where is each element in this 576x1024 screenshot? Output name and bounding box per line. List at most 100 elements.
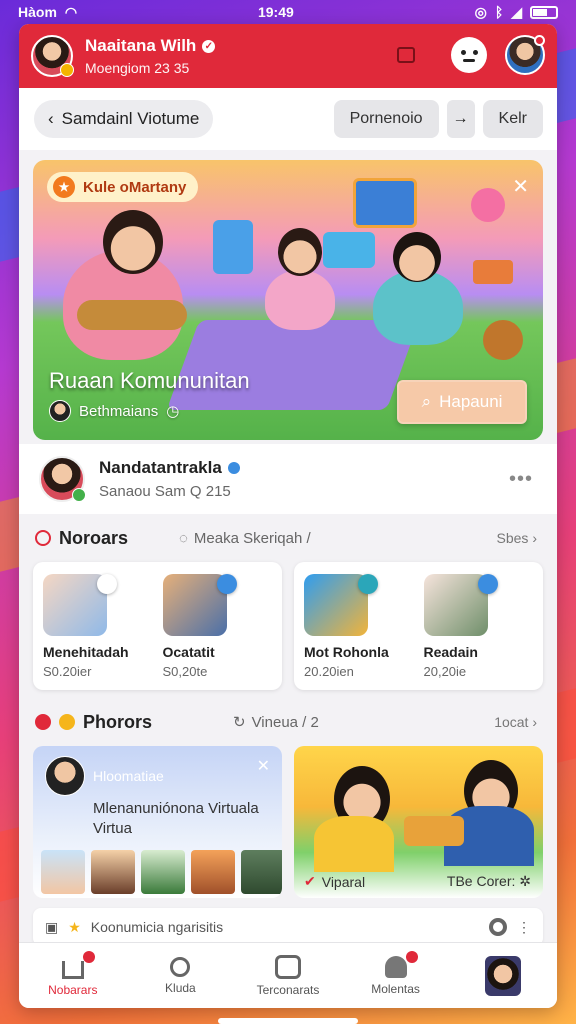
filter-label: Meaka Skeriqah / xyxy=(193,529,311,547)
emoji-face-icon[interactable] xyxy=(451,37,487,73)
verified-icon xyxy=(227,462,240,474)
filter-label: Vineua / 2 xyxy=(251,713,319,731)
hero-tag: ★ Kule oMartany xyxy=(47,172,199,202)
app-window: Naaitana Wilh ✓ Moengiom 23 35 ‹ Samdain… xyxy=(19,24,557,1008)
child-illustration xyxy=(314,816,394,872)
secondary-nav-button[interactable]: Kelr xyxy=(482,100,543,138)
hero-subtitle: Bethmaians xyxy=(79,402,159,420)
avatar xyxy=(91,850,135,894)
card-meta: 20.20ien xyxy=(304,664,354,679)
avatar xyxy=(49,400,71,422)
bag-icon[interactable] xyxy=(397,47,415,63)
edit-icon xyxy=(35,530,51,546)
community-bar[interactable]: ▣ ★ Koonumicia ngarisitis ⋮ xyxy=(33,908,543,946)
tab-moments[interactable]: Molentas xyxy=(342,943,450,1008)
section-filter[interactable]: ◌ Meaka Skeriqah / xyxy=(179,530,311,547)
record-icon[interactable] xyxy=(489,918,507,936)
tablet-illustration xyxy=(353,178,417,228)
guitar-illustration xyxy=(77,300,187,330)
status-badge xyxy=(477,574,498,594)
clock-icon: ◷ xyxy=(166,403,180,420)
card-row: Menehitadah S0.20ier Ocatatit S0,20te Mo… xyxy=(19,562,557,690)
card-title: Menehitadah xyxy=(43,644,129,660)
tab-messages[interactable]: Terconarats xyxy=(234,943,342,1008)
tab-label: Nobarars xyxy=(48,982,98,997)
room-card[interactable]: Hloomatiae ✕ Mlenanuniónona Virtuala Vir… xyxy=(33,746,282,898)
clock: 19:49 xyxy=(257,4,294,20)
room-chip-label: Hloomatiae xyxy=(93,768,164,784)
avatar[interactable] xyxy=(31,35,74,77)
see-all-link[interactable]: 1ocat › xyxy=(494,714,537,730)
child-illustration xyxy=(393,232,441,282)
arrow-right-button[interactable]: → xyxy=(446,100,475,138)
status-badge xyxy=(216,574,237,594)
location-icon: ◎ xyxy=(474,3,487,20)
hero-title: Ruaan Komununitan xyxy=(49,368,250,393)
app-header: Naaitana Wilh ✓ Moengiom 23 35 xyxy=(19,24,557,88)
thumbnail xyxy=(304,574,378,636)
child-illustration xyxy=(278,228,322,276)
settings-icon: ✲ xyxy=(519,873,531,889)
list-item[interactable]: Mot Rohonla 20.20ien xyxy=(304,574,414,679)
chat-icon xyxy=(274,954,301,979)
monkey-illustration xyxy=(483,320,523,360)
content-card[interactable]: Menehitadah S0.20ier Ocatatit S0,20te xyxy=(33,562,282,690)
card-title: Readain xyxy=(423,644,478,660)
search-icon xyxy=(170,956,191,977)
check-icon: ✔ xyxy=(304,873,316,889)
tab-search[interactable]: Kluda xyxy=(127,943,235,1008)
profile-name: Nandatantrakla xyxy=(99,458,222,477)
content-card[interactable]: Mot Rohonla 20.20ien Readain 20,20ie xyxy=(294,562,543,690)
search-icon: ⌕ xyxy=(421,392,432,411)
user-name: Naaitana Wilh xyxy=(85,36,197,55)
avatar[interactable] xyxy=(39,456,86,502)
profile-avatar-button[interactable] xyxy=(505,35,545,75)
card-meta: S0.20ier xyxy=(43,664,92,679)
back-button[interactable]: ‹ Samdainl Viotume xyxy=(34,100,214,138)
card-title: Mot Rohonla xyxy=(304,644,389,660)
list-item[interactable]: Menehitadah S0.20ier xyxy=(43,574,153,679)
hero-banner[interactable]: ★ Kule oMartany ✕ Ruaan Komununitan Beth… xyxy=(33,160,543,440)
close-icon[interactable]: ✕ xyxy=(257,756,270,776)
wifi-icon: ◠ xyxy=(64,3,78,20)
verified-icon: ✓ xyxy=(202,39,216,53)
avatar xyxy=(485,955,522,996)
tablet-illustration xyxy=(213,220,253,274)
child-illustration xyxy=(265,270,335,330)
avatar xyxy=(45,756,85,796)
tablet-illustration xyxy=(323,232,375,268)
notification-dot xyxy=(83,951,95,963)
hero-tag-label: Kule oMartany xyxy=(83,178,187,196)
tab-home[interactable]: Nobarars xyxy=(19,943,127,1008)
room-chip: Hloomatiae xyxy=(45,756,164,796)
notification-dot xyxy=(534,35,545,46)
tab-label: Kluda xyxy=(165,980,196,995)
see-all-link[interactable]: Sbes › xyxy=(497,530,537,546)
room-card[interactable]: ✔ Viparal TBe Corer: ✲ xyxy=(294,746,543,898)
thumbnail xyxy=(423,574,498,636)
more-options-icon[interactable]: ••• xyxy=(509,468,533,491)
home-indicator[interactable] xyxy=(218,1018,358,1024)
avatar xyxy=(191,850,235,894)
child-illustration xyxy=(103,210,163,274)
list-item[interactable]: Readain 20,20ie xyxy=(423,574,534,679)
carrier-label: Hàom xyxy=(18,4,57,20)
community-label: Koonumicia ngarisitis xyxy=(90,919,224,935)
profile-row[interactable]: Nandatantrakla Sanaou Sam Q 215 ••• xyxy=(19,444,557,514)
list-item[interactable]: Ocatatit S0,20te xyxy=(162,574,273,679)
close-icon[interactable]: ✕ xyxy=(512,174,529,199)
hero-subtitle-row: Bethmaians ◷ xyxy=(49,400,179,422)
hero-button-label: Hapauni xyxy=(439,392,503,411)
hero-action-button[interactable]: ⌕ Hapauni xyxy=(397,380,527,424)
tab-profile[interactable] xyxy=(449,943,557,1008)
thumbnail xyxy=(162,574,237,636)
room-subtitle: Virtua xyxy=(93,820,132,837)
primary-nav-button[interactable]: Pornenoio xyxy=(333,100,439,138)
balloon-illustration xyxy=(471,188,505,222)
menu-icon[interactable]: ⋮ xyxy=(517,919,531,936)
section-filter[interactable]: ↻ Vineua / 2 xyxy=(233,713,319,732)
avatar xyxy=(241,850,282,894)
tab-bar: Nobarars Kluda Terconarats Molentas xyxy=(19,942,557,1008)
user-icon xyxy=(384,955,407,978)
bluetooth-icon: ᛒ xyxy=(494,4,504,20)
